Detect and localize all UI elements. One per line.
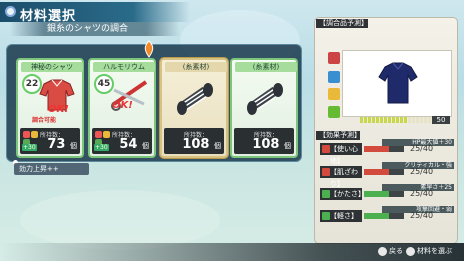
effect-gauge bbox=[364, 146, 404, 152]
count-unit: 個 bbox=[284, 142, 291, 150]
ok-badge: OK! bbox=[48, 104, 69, 115]
wind-element-icon bbox=[328, 106, 340, 118]
back-hint[interactable]: 戻る bbox=[378, 246, 403, 257]
crafting-screen: 材料選択 銀糸のシャツの調合 神秘のシャツ 22 OK! 調合可能 +30 所持… bbox=[0, 0, 464, 261]
lightning-element-icon bbox=[328, 88, 340, 100]
trait-green-icon bbox=[322, 190, 330, 198]
effect-row-3: 素早さ＋25 【かたさ】 25/40 bbox=[320, 184, 456, 203]
effect-text: 効力上昇++ bbox=[19, 165, 59, 173]
silver-shirt-preview-icon bbox=[378, 62, 418, 104]
select-material-hint[interactable]: 材料を選ぶ bbox=[406, 246, 452, 257]
water-element-icon bbox=[328, 71, 340, 83]
effect-name: 【かたさ】 bbox=[320, 188, 365, 200]
effect-gauge-fill bbox=[364, 169, 389, 175]
count-box: +30 所持数： 54 個 bbox=[92, 128, 152, 154]
cross-button-icon bbox=[406, 246, 415, 256]
effect-gauge bbox=[364, 191, 404, 197]
effect-value: 25/40 bbox=[410, 211, 434, 220]
background-cloud bbox=[20, 190, 220, 250]
count-number: 73 bbox=[47, 137, 66, 152]
material-name: (糸素材) bbox=[235, 62, 297, 72]
count-box: 所持数： 108 個 bbox=[164, 128, 224, 154]
mix-ok-label: 調合可能 bbox=[32, 117, 57, 124]
count-value: 108 個 bbox=[182, 137, 221, 152]
effect-name: 【軽さ】 bbox=[320, 210, 362, 222]
quality-level-value: 50 bbox=[432, 116, 450, 124]
fire-element-icon bbox=[328, 52, 340, 64]
preview-header: 【調合品予測】 bbox=[316, 19, 368, 28]
count-number: 108 bbox=[252, 137, 280, 152]
material-card-2[interactable]: ハルモリウム 45 OK! +30 所持数： 54 個 bbox=[88, 58, 156, 158]
count-value: 108 個 bbox=[252, 137, 291, 152]
title-bar: 材料選択 bbox=[0, 2, 190, 24]
effect-value: 25/40 bbox=[410, 189, 434, 198]
effect-name: 【使い心地】 bbox=[320, 143, 362, 165]
effect-row-2: クリティカル・強 【肌ざわり】 25/40 bbox=[320, 162, 456, 188]
fire-icon bbox=[23, 131, 30, 138]
effect-gauge-fill bbox=[364, 191, 389, 197]
count-unit: 個 bbox=[214, 142, 221, 150]
count-value: 54 個 bbox=[119, 137, 149, 152]
bonus-badge: +30 bbox=[22, 144, 37, 151]
effect-gauge-fill bbox=[364, 146, 389, 152]
lightning-icon bbox=[31, 131, 38, 138]
effect-value: 25/40 bbox=[410, 144, 434, 153]
circle-button-icon bbox=[378, 246, 387, 256]
effect-gauge bbox=[364, 169, 404, 175]
effect-row-4: 攻撃回避・弱 【軽さ】 25/40 bbox=[320, 206, 456, 225]
selection-cursor-icon bbox=[144, 40, 154, 58]
count-unit: 個 bbox=[142, 142, 149, 150]
material-card-4[interactable]: (糸素材) 所持数： 108 個 bbox=[230, 58, 298, 158]
effect-name: 【肌ざわり】 bbox=[320, 166, 362, 188]
count-unit: 個 bbox=[70, 142, 77, 150]
thread-spool-icon bbox=[247, 83, 283, 115]
item-preview bbox=[342, 50, 452, 117]
ok-badge: OK! bbox=[112, 100, 133, 111]
material-name: 神秘のシャツ bbox=[21, 62, 83, 72]
effect-gauge-fill bbox=[364, 213, 389, 219]
lightning-icon bbox=[103, 131, 110, 138]
count-number: 54 bbox=[119, 137, 138, 152]
effect-row-1: HP最大値＋30 【使い心地】 25/40 bbox=[320, 139, 456, 165]
trait-red-icon bbox=[322, 168, 330, 176]
trait-red-icon bbox=[322, 145, 330, 153]
thread-spool-icon bbox=[177, 83, 213, 115]
count-box: 所持数： 108 個 bbox=[234, 128, 294, 154]
material-card-1[interactable]: 神秘のシャツ 22 OK! 調合可能 +30 所持数： 73 個 bbox=[16, 58, 84, 158]
count-box: +30 所持数： 73 個 bbox=[20, 128, 80, 154]
effect-value: 25/40 bbox=[410, 167, 434, 176]
effect-name-text: 【かたさ】 bbox=[330, 190, 365, 198]
material-name: (糸素材) bbox=[165, 62, 227, 72]
material-card-3[interactable]: (糸素材) 所持数： 108 個 bbox=[160, 58, 228, 158]
bonus-badge: +30 bbox=[94, 144, 109, 151]
effect-gauge bbox=[364, 213, 404, 219]
title-emblem-icon bbox=[5, 6, 16, 17]
select-material-label: 材料を選ぶ bbox=[417, 247, 452, 255]
recipe-subtitle: 銀糸のシャツの調合 bbox=[47, 24, 129, 34]
count-value: 73 個 bbox=[47, 137, 77, 152]
effect-name-text: 【軽さ】 bbox=[330, 212, 358, 220]
back-label: 戻る bbox=[389, 247, 403, 255]
fire-icon bbox=[95, 131, 102, 138]
material-name: ハルモリウム bbox=[93, 62, 155, 72]
trait-green-icon bbox=[322, 212, 330, 220]
count-number: 108 bbox=[182, 137, 210, 152]
